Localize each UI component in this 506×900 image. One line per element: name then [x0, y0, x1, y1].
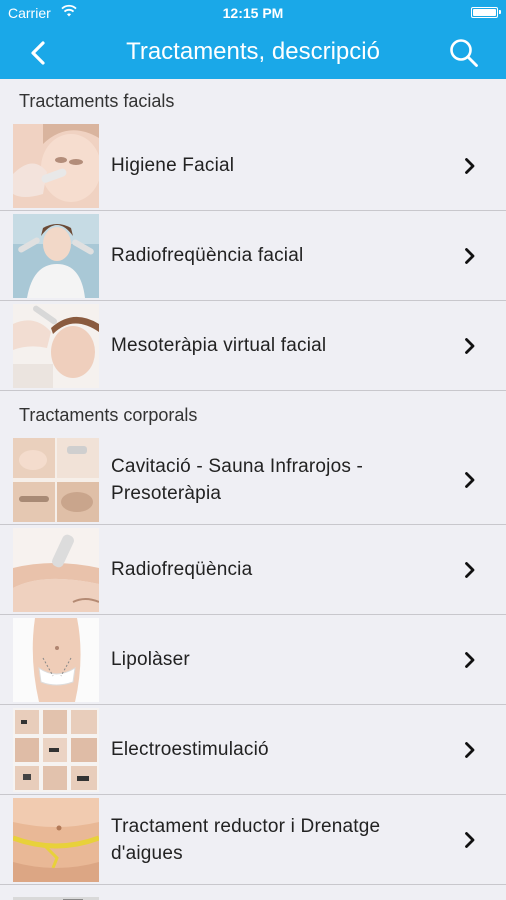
chevron-right-icon — [465, 248, 475, 264]
chevron-right-icon — [465, 472, 475, 488]
navigation-bar: Tractaments, descripció — [0, 27, 506, 79]
chevron-right-icon — [465, 338, 475, 354]
treatment-thumbnail — [13, 304, 99, 388]
back-chevron-icon[interactable] — [24, 37, 54, 69]
list-item-higiene-facial[interactable]: Higiene Facial — [0, 121, 506, 211]
search-icon[interactable] — [448, 37, 480, 69]
list-item-partial[interactable] — [0, 889, 506, 900]
treatment-thumbnail — [13, 528, 99, 612]
list-item-tractament-reductor[interactable]: Tractament reductor i Drenatge d'aigues — [0, 795, 506, 885]
list-item-label: Cavitació - Sauna Infrarojos - Presoterà… — [111, 455, 364, 504]
treatment-thumbnail — [13, 438, 99, 522]
treatment-thumbnail — [13, 618, 99, 702]
list-item-lipolaser[interactable]: Lipolàser — [0, 615, 506, 705]
section-header-corporals: Tractaments corporals — [0, 393, 506, 435]
chevron-right-icon — [465, 562, 475, 578]
chevron-right-icon — [465, 158, 475, 174]
list-item-label: Electroestimulació — [111, 739, 269, 760]
list-item-label: Radiofreqüència — [111, 559, 253, 580]
list-item-label: Higiene Facial — [111, 155, 235, 176]
status-bar: Carrier 12:15 PM — [0, 0, 506, 27]
list-item-label: Lipolàser — [111, 649, 190, 670]
list-item-mesoterapia-facial[interactable]: Mesoteràpia virtual facial — [0, 301, 506, 391]
list-item-radiofrequencia[interactable]: Radiofreqüència — [0, 525, 506, 615]
chevron-right-icon — [465, 742, 475, 758]
list-item-label: Radiofreqüència facial — [111, 245, 304, 266]
chevron-right-icon — [465, 652, 475, 668]
chevron-right-icon — [465, 832, 475, 848]
section-header-facials: Tractaments facials — [0, 79, 506, 121]
page-title: Tractaments, descripció — [126, 38, 380, 65]
treatment-thumbnail — [13, 798, 99, 882]
list-item-electroestimulacio[interactable]: Electroestimulació — [0, 705, 506, 795]
list-item-radiofrequencia-facial[interactable]: Radiofreqüència facial — [0, 211, 506, 301]
list-item-label: Tractament reductor i Drenatge d'aigues — [111, 815, 381, 864]
treatment-thumbnail — [13, 124, 99, 208]
status-time: 12:15 PM — [222, 5, 284, 21]
treatment-thumbnail — [13, 708, 99, 792]
list-item-label: Mesoteràpia virtual facial — [111, 335, 327, 356]
list-item-cavitacio[interactable]: Cavitació - Sauna Infrarojos - Presoterà… — [0, 435, 506, 525]
treatment-thumbnail — [13, 892, 99, 900]
battery-icon — [471, 7, 501, 18]
treatment-thumbnail — [13, 214, 99, 298]
